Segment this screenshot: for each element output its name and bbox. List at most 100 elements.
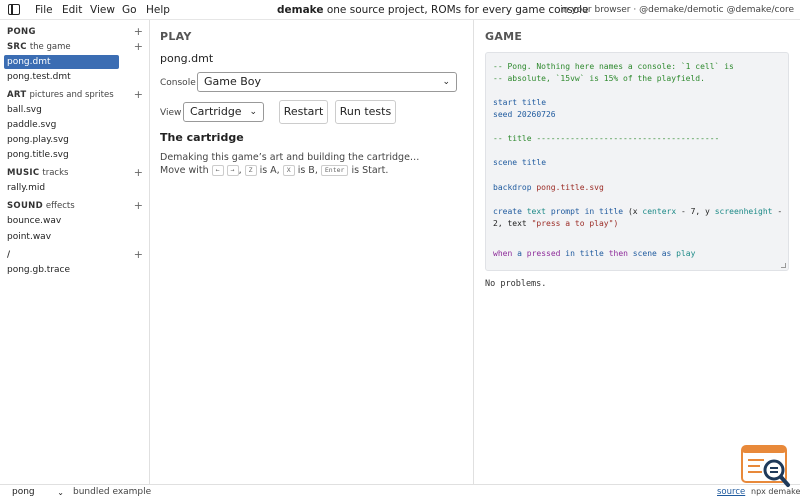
code-token: - <box>777 207 783 216</box>
file-rally-mid[interactable]: rally.mid <box>4 181 119 195</box>
help-prefix: Move with <box>160 165 209 176</box>
file-pong-test-dmt[interactable]: pong.test.dmt <box>4 70 119 84</box>
key-start: Enter <box>320 165 349 176</box>
key-right: → <box>226 165 239 176</box>
code-token: a <box>517 249 522 258</box>
file-paddle-svg[interactable]: paddle.svg <box>4 118 119 132</box>
key-left: ← <box>211 165 224 176</box>
code-keyword: scene <box>632 249 657 258</box>
file-pong-title-svg[interactable]: pong.title.svg <box>4 148 119 162</box>
code-token: (x <box>627 207 638 216</box>
code-line: backdrop pong.title.svg <box>493 182 604 194</box>
example-value: pong <box>12 487 35 497</box>
menu-view[interactable]: View <box>90 4 115 16</box>
code-token: title <box>521 98 547 107</box>
build-status: Demaking this game’s art and building th… <box>160 152 420 163</box>
help-a-text: is A, <box>259 165 280 176</box>
menu-help[interactable]: Help <box>146 4 170 16</box>
code-keyword: seed <box>493 110 513 119</box>
example-select[interactable]: pong ⌄ <box>4 486 66 499</box>
game-panel: GAME -- Pong. Nothing here names a conso… <box>475 20 800 484</box>
sidebar-toggle-icon[interactable] <box>8 4 20 15</box>
code-token: 2, <box>493 219 503 228</box>
code-token: text <box>526 207 546 216</box>
console-select[interactable]: Game Boy ⌄ <box>197 72 457 92</box>
menu-edit[interactable]: Edit <box>62 4 82 16</box>
install-command: npx demake <box>751 487 800 496</box>
section-sound: SOUND effects + <box>7 199 143 215</box>
app-name: demake <box>277 4 324 16</box>
code-line: 2, text "press a to play") <box>493 218 618 230</box>
file-pong-gb-trace[interactable]: pong.gb.trace <box>4 263 119 277</box>
chevron-down-icon: ⌄ <box>442 77 450 87</box>
link-core[interactable]: @demake/core <box>727 5 795 15</box>
file-bounce-wav[interactable]: bounce.wav <box>4 214 119 228</box>
code-editor[interactable]: -- Pong. Nothing here names a console: `… <box>485 52 789 271</box>
code-line: -- Pong. Nothing here names a console: `… <box>493 62 734 71</box>
status-bar: pong ⌄ bundled example source npx demake <box>0 484 800 500</box>
code-keyword: in <box>565 249 575 258</box>
file-pong-dmt[interactable]: pong.dmt <box>4 55 119 69</box>
code-keyword: in <box>584 207 595 216</box>
menu-bar: File Edit View Go Help demake one source… <box>0 0 800 20</box>
menu-go[interactable]: Go <box>122 4 137 16</box>
console-value: Game Boy <box>204 75 262 88</box>
resize-handle-icon[interactable] <box>781 263 786 268</box>
help-b-text: is B, <box>297 165 318 176</box>
code-string: "press a to play") <box>531 219 619 228</box>
file-point-wav[interactable]: point.wav <box>4 230 119 244</box>
add-src-icon[interactable]: + <box>134 40 143 53</box>
section-name: MUSIC <box>7 168 40 178</box>
section-music: MUSIC tracks + <box>7 166 143 182</box>
code-keyword: pressed <box>526 249 561 258</box>
code-line: scene title <box>493 157 546 169</box>
code-token: text <box>507 219 527 228</box>
code-keyword: when <box>493 249 513 258</box>
code-line: start title <box>493 97 546 109</box>
code-token: prompt <box>550 207 580 216</box>
add-root-icon[interactable]: + <box>134 248 143 261</box>
file-pong-play-svg[interactable]: pong.play.svg <box>4 133 119 147</box>
code-token: centerx <box>642 207 677 216</box>
add-music-icon[interactable]: + <box>134 166 143 179</box>
code-keyword: start <box>493 98 518 107</box>
run-tests-button[interactable]: Run tests <box>335 100 396 124</box>
example-note: bundled example <box>73 487 152 497</box>
view-label: View <box>160 108 182 118</box>
file-ball-svg[interactable]: ball.svg <box>4 103 119 117</box>
menu-file[interactable]: File <box>35 4 53 16</box>
code-line: when a pressed in title then scene as pl… <box>493 248 695 260</box>
cartridge-heading: The cartridge <box>160 131 244 144</box>
panel-title: PLAY <box>160 30 192 43</box>
code-token: screenheight <box>714 207 773 216</box>
code-token: title <box>579 249 604 258</box>
section-desc: tracks <box>42 168 69 178</box>
problems-output: No problems. <box>485 279 547 289</box>
code-line: -- absolute, `15vw` is 15% of the playfi… <box>493 74 705 83</box>
code-line: seed 20260726 <box>493 109 556 121</box>
project-name: PONG <box>7 27 36 37</box>
restart-button[interactable]: Restart <box>279 100 328 124</box>
view-select[interactable]: Cartridge ⌄ <box>183 102 264 122</box>
add-sound-icon[interactable]: + <box>134 199 143 212</box>
source-link[interactable]: source <box>717 487 745 497</box>
add-art-icon[interactable]: + <box>134 88 143 101</box>
code-keyword: backdrop <box>493 183 532 192</box>
help-sep: , <box>238 165 242 176</box>
code-line: -- title -------------------------------… <box>493 134 720 143</box>
section-name: / <box>7 250 11 260</box>
add-project-icon[interactable]: + <box>134 25 143 38</box>
code-token: play <box>676 249 696 258</box>
link-demotic[interactable]: @demake/demotic <box>639 5 724 15</box>
mode-label: in your browser <box>560 5 631 15</box>
chevron-down-icon: ⌄ <box>249 107 257 117</box>
view-value: Cartridge <box>190 105 242 118</box>
header-links: in your browser · @demake/demotic @demak… <box>560 5 794 15</box>
panel-title: GAME <box>485 30 523 43</box>
section-name: ART <box>7 90 27 100</box>
code-file: pong.title.svg <box>536 183 604 192</box>
current-filename: pong.dmt <box>160 52 214 65</box>
section-name: SRC <box>7 42 27 52</box>
code-token: title <box>599 207 624 216</box>
logo-icon[interactable] <box>740 444 792 488</box>
